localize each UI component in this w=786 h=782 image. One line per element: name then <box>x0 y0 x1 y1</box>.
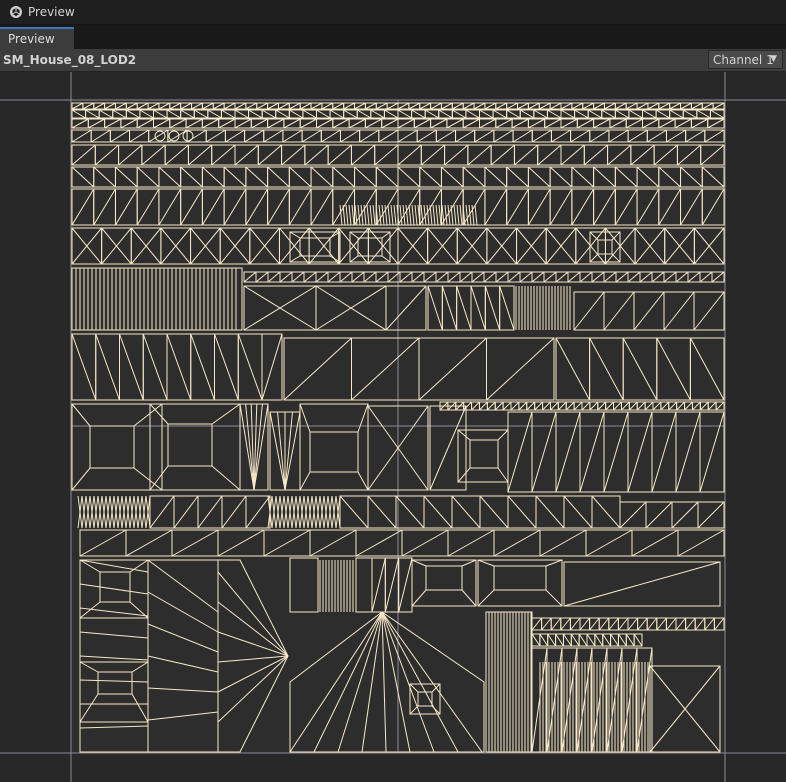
uv-layout-canvas <box>0 72 786 782</box>
chevron-down-icon: ▼ <box>770 54 777 64</box>
mesh-name-label: SM_House_08_LOD2 <box>3 53 137 67</box>
unity-cube-icon <box>10 6 22 18</box>
tab-preview-label: Preview <box>8 32 55 46</box>
window-title: Preview <box>28 5 75 19</box>
tab-bar: Preview <box>0 25 786 49</box>
preview-toolbar: SM_House_08_LOD2 Channel 1 ▼ <box>0 49 786 72</box>
uv-preview-viewport[interactable] <box>0 72 786 782</box>
window-titlebar: Preview <box>0 0 786 25</box>
uv-channel-dropdown[interactable]: Channel 1 ▼ <box>708 50 783 69</box>
uv-channel-value: Channel 1 <box>713 52 774 67</box>
tab-preview[interactable]: Preview <box>0 27 74 49</box>
